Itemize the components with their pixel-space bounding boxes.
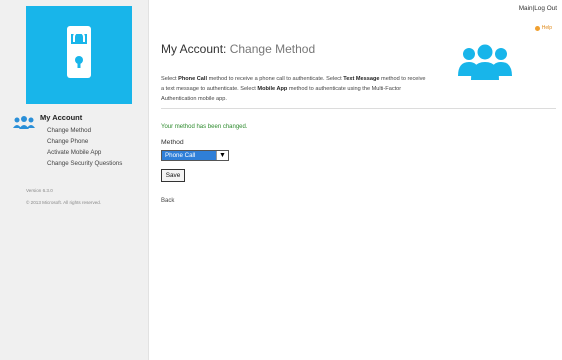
page-title: My Account: Change Method [161, 42, 315, 56]
help-icon [534, 25, 540, 31]
chevron-down-icon[interactable]: ▼ [216, 151, 228, 160]
phone-lock-icon [67, 26, 91, 78]
help-label: Help [541, 25, 552, 31]
copyright-text: © 2013 Microsoft. All rights reserved. [26, 200, 102, 205]
help-link[interactable]: Help [534, 25, 552, 31]
desc-bold-text-message: Text Message [343, 75, 380, 82]
sidebar-nav: Change Method Change Phone Activate Mobi… [47, 125, 122, 169]
version-text: Version 6.3.0 [26, 188, 53, 193]
method-description: Select Phone Call method to receive a ph… [161, 74, 426, 104]
sidebar-item-change-phone[interactable]: Change Phone [47, 136, 122, 147]
logo-tile [26, 6, 132, 104]
sidebar-section-title: My Account [40, 113, 83, 122]
main-link[interactable]: Main [519, 5, 533, 12]
users-icon [13, 116, 35, 129]
success-message: Your method has been changed. [161, 124, 248, 130]
sidebar-item-change-method[interactable]: Change Method [47, 125, 122, 136]
top-links: Main|Log Out [519, 5, 557, 12]
logout-link[interactable]: Log Out [534, 5, 557, 12]
save-button[interactable]: Save [161, 169, 185, 182]
sidebar-item-activate-mobile-app[interactable]: Activate Mobile App [47, 147, 122, 158]
page-subtitle: Change Method [229, 42, 316, 56]
desc-text: Select [161, 75, 179, 82]
divider [161, 108, 556, 109]
users-icon [458, 44, 512, 80]
desc-text: method to receive a phone call to authen… [207, 75, 344, 82]
sidebar-item-change-security-questions[interactable]: Change Security Questions [47, 158, 122, 169]
method-select[interactable]: Phone Call ▼ [161, 150, 229, 161]
desc-bold-phone-call: Phone Call [178, 75, 208, 82]
method-select-value: Phone Call [165, 152, 196, 159]
method-label: Method [161, 139, 184, 146]
sidebar: My Account Change Method Change Phone Ac… [0, 0, 149, 360]
desc-bold-mobile-app: Mobile App [257, 85, 288, 92]
page-title-main: My Account: [161, 42, 227, 56]
back-link[interactable]: Back [161, 198, 174, 204]
